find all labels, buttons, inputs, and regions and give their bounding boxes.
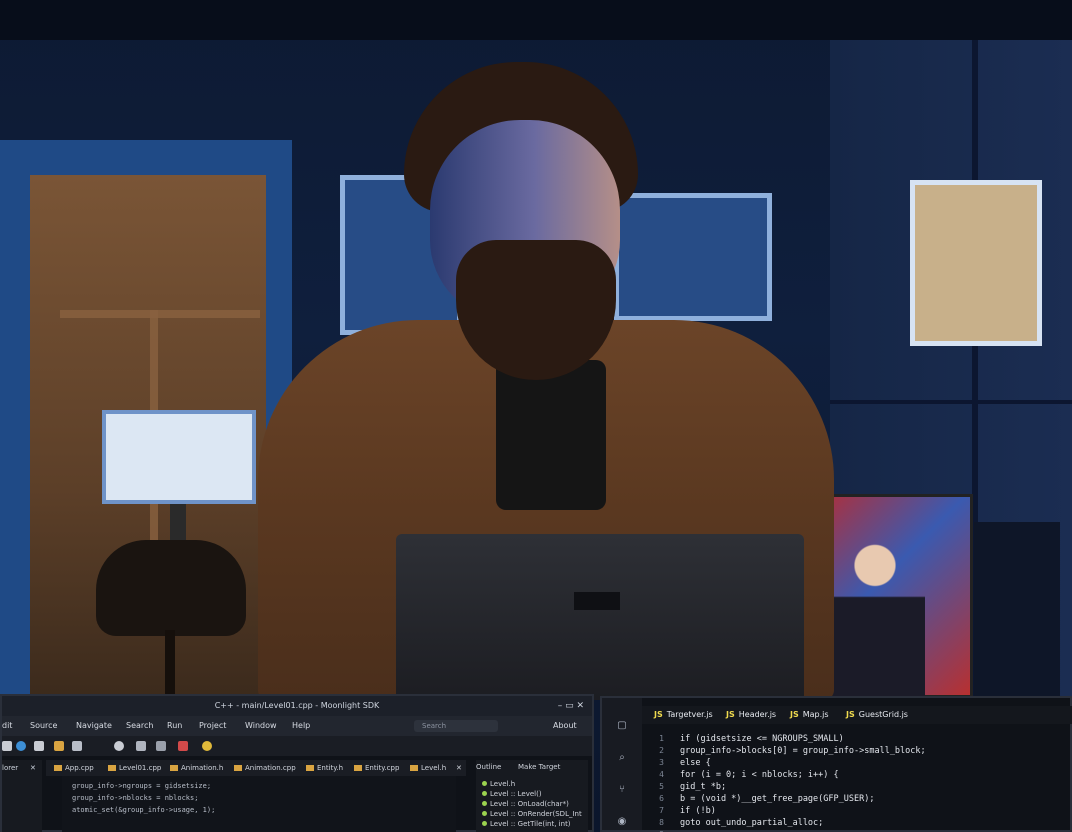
explorer-label: lorer [2,764,19,772]
gear-icon[interactable] [202,741,212,751]
code-line: else { [680,758,711,768]
search-placeholder: Search [422,722,447,730]
code-line: atomic_set(&group_info->usage, 1); [72,806,216,814]
wall-picture-lamp [910,180,1042,346]
save-icon[interactable] [34,741,44,751]
wall-panel-line [830,400,1072,404]
ceiling [0,0,1072,40]
window-title: C++ - main/Level01.cpp - Moonlight SDK [2,696,592,716]
menu-help[interactable]: Help [292,716,310,736]
record-icon[interactable] [178,741,188,751]
office-chair-leg [165,630,175,700]
code-line: group_info->ngroups = gidsetsize; [72,782,212,790]
menu-source[interactable]: Source [30,716,57,736]
folder-icon[interactable] [54,741,64,751]
left-monitor: C++ - main/Level01.cpp - Moonlight SDK –… [0,694,594,832]
tab-map-js[interactable]: JS Map.js [790,706,829,724]
code-line: group_info->blocks[0] = group_info->smal… [680,746,926,756]
debug-icon[interactable]: ◉ [616,816,628,828]
line-number: 2 [659,746,664,755]
code-line: if (gidsetsize <= NGROUPS_SMALL) [680,734,844,744]
tree-icon[interactable] [72,741,82,751]
menu-search[interactable]: Search [126,716,153,736]
line-number: 1 [659,734,664,743]
tab-animation-cpp[interactable]: Animation.cpp [234,760,296,776]
tab-app-cpp[interactable]: App.cpp [54,760,94,776]
outline-item[interactable]: Level :: OnRender(SDL_Int [482,810,582,818]
globe-icon[interactable] [16,741,26,751]
document-icon[interactable] [136,741,146,751]
background-monitor [102,410,256,504]
office-chair [96,540,246,636]
person-tshirt [496,360,606,510]
tab-outline[interactable]: Outline [476,760,501,774]
menu-project[interactable]: Project [199,716,226,736]
close-icon[interactable]: ✕ [30,764,36,772]
line-number: 6 [659,794,664,803]
tab-entity-cpp[interactable]: Entity.cpp [354,760,399,776]
code-line: gid_t *b; [680,782,727,792]
activity-bar: ▢ ⌕ ⑂ ◉ [602,698,642,830]
tab-entity-h[interactable]: Entity.h [306,760,343,776]
tab-make-target[interactable]: Make Target [518,760,560,774]
toolbar-icon[interactable] [2,741,12,751]
tab-header-js[interactable]: JS Header.js [726,706,776,724]
tab-guestgrid-js[interactable]: JS GuestGrid.js [846,706,908,724]
tabs-close-icon[interactable]: ✕ [456,760,462,776]
photo-scene: C++ - main/Level01.cpp - Moonlight SDK –… [0,0,1072,832]
menu-about[interactable]: About [553,716,577,736]
speaker [974,522,1060,698]
menu-bar: dit Source Navigate Search Run Project W… [2,716,592,736]
tab-animation-h[interactable]: Animation.h [170,760,223,776]
laptop [396,534,804,700]
code-line: if (!b) [680,806,716,816]
line-number: 4 [659,770,664,779]
outline-item[interactable]: Level :: GetTile(int, int) [482,820,571,828]
code-line: goto out_undo_partial_alloc; [680,818,824,828]
outline-panel: Outline Make Target Level.h Level :: Lev… [476,760,588,832]
tv-news-anchor [825,528,925,698]
tab-targetver-js[interactable]: JS Targetver.js [654,706,713,724]
git-icon[interactable]: ⑂ [616,784,628,796]
laptop-logo [574,592,620,610]
search-icon[interactable]: ⌕ [616,752,628,764]
line-numbers: 1 2 3 4 5 6 7 8 9 [642,728,670,832]
outline-item[interactable]: Level :: OnLoad(char*) [482,800,569,808]
menu-edit[interactable]: dit [2,716,12,736]
code-line: b = (void *)__get_free_page(GFP_USER); [680,794,875,804]
project-explorer: lorer ✕ [2,760,42,832]
file-icon[interactable]: ▢ [616,720,628,732]
search-input[interactable]: Search [414,720,498,732]
line-number: 5 [659,782,664,791]
line-number: 3 [659,758,664,767]
tab-level-h[interactable]: Level.h [410,760,446,776]
shelf [60,310,260,318]
editor-tabs: App.cpp Level01.cpp Animation.h Animatio… [46,760,466,776]
outline-item[interactable]: Level.h [482,780,515,788]
menu-navigate[interactable]: Navigate [76,716,112,736]
user-icon[interactable] [114,741,124,751]
wall-picture [614,193,772,321]
menu-window[interactable]: Window [245,716,277,736]
toolbar [2,736,592,756]
editor-tabs: JS Targetver.js JS Header.js JS Map.js JS Gu… [642,706,1072,724]
window-controls[interactable]: – ▭ ✕ [558,696,584,716]
line-number: 7 [659,806,664,815]
outline-item[interactable]: Level :: Level() [482,790,542,798]
line-number: 8 [659,818,664,827]
right-monitor: ▢ ⌕ ⑂ ◉ JS Targetver.js JS Header.js JS Map… [600,696,1072,832]
code-line: for (i = 0; i < nblocks; i++) { [680,770,839,780]
calendar-icon[interactable] [156,741,166,751]
code-line: group_info->nblocks = nblocks; [72,794,199,802]
tab-level01-cpp[interactable]: Level01.cpp [108,760,161,776]
menu-run[interactable]: Run [167,716,182,736]
code-editor[interactable]: group_info->ngroups = gidsetsize; group_… [62,776,456,832]
background-monitor-stand [170,504,186,544]
